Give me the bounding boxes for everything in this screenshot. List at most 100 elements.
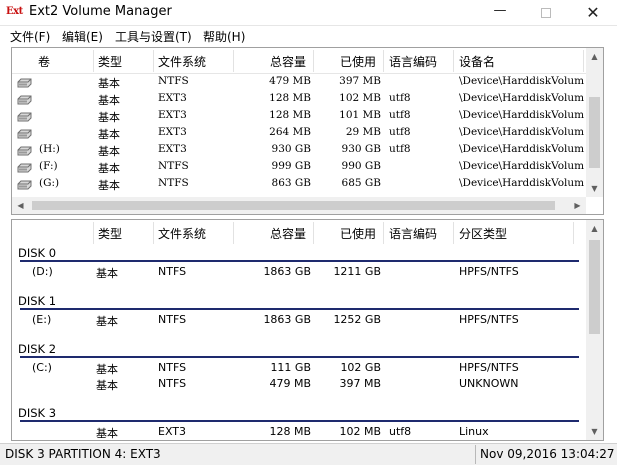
- scroll-up-icon[interactable]: ▲: [586, 220, 603, 237]
- column-header-used[interactable]: 已使用: [340, 53, 376, 70]
- column-header-total[interactable]: 总容量: [270, 53, 306, 70]
- partition-type-name: HPFS/NTFS: [459, 313, 519, 326]
- partition-total: 479 MB: [269, 377, 311, 390]
- column-separator: [93, 222, 94, 244]
- hard-drive-icon: [17, 95, 32, 105]
- maximize-button[interactable]: [523, 0, 569, 26]
- volume-letter: (G:): [39, 177, 60, 189]
- title-bar: Ext Ext2 Volume Manager — ✕: [0, 0, 617, 26]
- volume-letter: (F:): [39, 160, 58, 172]
- volume-device: \Device\HarddiskVolum: [459, 75, 585, 87]
- partition-used: 1252 GB: [333, 313, 381, 326]
- volume-list-vertical-scrollbar[interactable]: ▲ ▼: [586, 48, 603, 197]
- column-separator: [383, 222, 384, 244]
- hard-drive-icon: [17, 163, 32, 173]
- volume-list[interactable]: 卷 类型 文件系统 总容量 已使用 语言编码 设备名 ▲ ▼ ◀ ▶ 基本 NTF…: [11, 47, 604, 215]
- partition-type: 基本: [96, 363, 118, 376]
- volume-used: 102 MB: [339, 92, 381, 104]
- column-header-codepage[interactable]: 语言编码: [389, 225, 437, 242]
- disk-group-label[interactable]: DISK 1: [18, 294, 56, 308]
- volume-used: 930 GB: [341, 143, 381, 155]
- menu-edit[interactable]: 编辑(E): [62, 28, 103, 45]
- partition-type: 基本: [96, 267, 118, 280]
- volume-filesystem: EXT3: [158, 143, 187, 155]
- scrollbar-thumb[interactable]: [589, 240, 600, 334]
- volume-total: 863 GB: [271, 177, 311, 189]
- partition-type-name: HPFS/NTFS: [459, 265, 519, 278]
- column-header-partition-type[interactable]: 分区类型: [459, 225, 507, 242]
- hard-drive-icon: [17, 78, 32, 88]
- volume-total: 479 MB: [269, 75, 311, 87]
- column-separator: [153, 50, 154, 72]
- partition-filesystem: NTFS: [158, 377, 187, 390]
- maximize-icon: [541, 8, 551, 18]
- volume-type: 基本: [98, 77, 120, 90]
- column-header-type[interactable]: 类型: [98, 53, 122, 70]
- scrollbar-thumb[interactable]: [32, 201, 555, 210]
- volume-type: 基本: [98, 179, 120, 192]
- column-header-volume[interactable]: 卷: [38, 53, 50, 70]
- volume-codepage: utf8: [389, 126, 411, 138]
- menu-help[interactable]: 帮助(H): [203, 28, 245, 45]
- disk-group-label[interactable]: DISK 3: [18, 406, 56, 420]
- volume-type: 基本: [98, 94, 120, 107]
- scroll-down-icon[interactable]: ▼: [586, 423, 603, 440]
- volume-codepage: utf8: [389, 92, 411, 104]
- column-separator: [313, 222, 314, 244]
- column-header-used[interactable]: 已使用: [340, 225, 376, 242]
- volume-total: 128 MB: [269, 92, 311, 104]
- partition-type-name: HPFS/NTFS: [459, 361, 519, 374]
- partition-type: 基本: [96, 379, 118, 392]
- status-bar: DISK 3 PARTITION 4: EXT3 Nov 09,2016 13:…: [0, 443, 617, 465]
- partition-used: 102 GB: [340, 361, 381, 374]
- column-separator: [383, 50, 384, 72]
- partition-used: 397 MB: [339, 377, 381, 390]
- scrollbar-thumb[interactable]: [589, 97, 600, 168]
- window-title: Ext2 Volume Manager: [29, 4, 172, 19]
- partition-type: 基本: [96, 427, 118, 440]
- column-separator: [153, 222, 154, 244]
- status-selection: DISK 3 PARTITION 4: EXT3: [5, 447, 161, 461]
- disk-group-label[interactable]: DISK 2: [18, 342, 56, 356]
- partition-volume: (D:): [32, 265, 53, 278]
- scroll-left-icon[interactable]: ◀: [12, 197, 29, 214]
- scroll-up-icon[interactable]: ▲: [586, 48, 603, 65]
- disk-separator-line: [20, 356, 579, 358]
- column-header-filesystem[interactable]: 文件系统: [158, 53, 206, 70]
- disk-list[interactable]: 类型 文件系统 总容量 已使用 语言编码 分区类型 ▲ ▼ DISK 0 (D:)…: [11, 219, 604, 441]
- scroll-right-icon[interactable]: ▶: [569, 197, 586, 214]
- menu-file[interactable]: 文件(F): [10, 28, 50, 45]
- volume-device: \Device\HarddiskVolum: [459, 109, 585, 121]
- volume-type: 基本: [98, 111, 120, 124]
- hard-drive-icon: [17, 180, 32, 190]
- column-header-codepage[interactable]: 语言编码: [389, 53, 437, 70]
- partition-volume: (E:): [32, 313, 52, 326]
- column-separator: [573, 222, 574, 244]
- scroll-down-icon[interactable]: ▼: [586, 180, 603, 197]
- column-header-total[interactable]: 总容量: [270, 225, 306, 242]
- partition-used: 102 MB: [339, 425, 381, 438]
- partition-total: 1863 GB: [263, 265, 311, 278]
- menu-tools-settings[interactable]: 工具与设置(T): [115, 28, 192, 45]
- partition-filesystem: NTFS: [158, 361, 187, 374]
- volume-filesystem: NTFS: [158, 75, 189, 87]
- volume-filesystem: EXT3: [158, 92, 187, 104]
- volume-codepage: utf8: [389, 109, 411, 121]
- column-header-type[interactable]: 类型: [98, 225, 122, 242]
- volume-type: 基本: [98, 128, 120, 141]
- app-logo-icon: Ext: [6, 6, 23, 17]
- minimize-button[interactable]: —: [477, 0, 523, 26]
- volume-device: \Device\HarddiskVolum: [459, 143, 585, 155]
- hard-drive-icon: [17, 112, 32, 122]
- column-header-filesystem[interactable]: 文件系统: [158, 225, 206, 242]
- volume-list-horizontal-scrollbar[interactable]: ◀ ▶: [12, 197, 586, 214]
- volume-type: 基本: [98, 145, 120, 158]
- close-button[interactable]: ✕: [570, 0, 616, 26]
- column-header-device[interactable]: 设备名: [459, 53, 495, 70]
- disk-list-vertical-scrollbar[interactable]: ▲ ▼: [586, 220, 603, 440]
- disk-separator-line: [20, 420, 579, 422]
- volume-total: 930 GB: [271, 143, 311, 155]
- column-separator: [453, 222, 454, 244]
- disk-group-label[interactable]: DISK 0: [18, 246, 56, 260]
- partition-type-name: UNKNOWN: [459, 377, 519, 390]
